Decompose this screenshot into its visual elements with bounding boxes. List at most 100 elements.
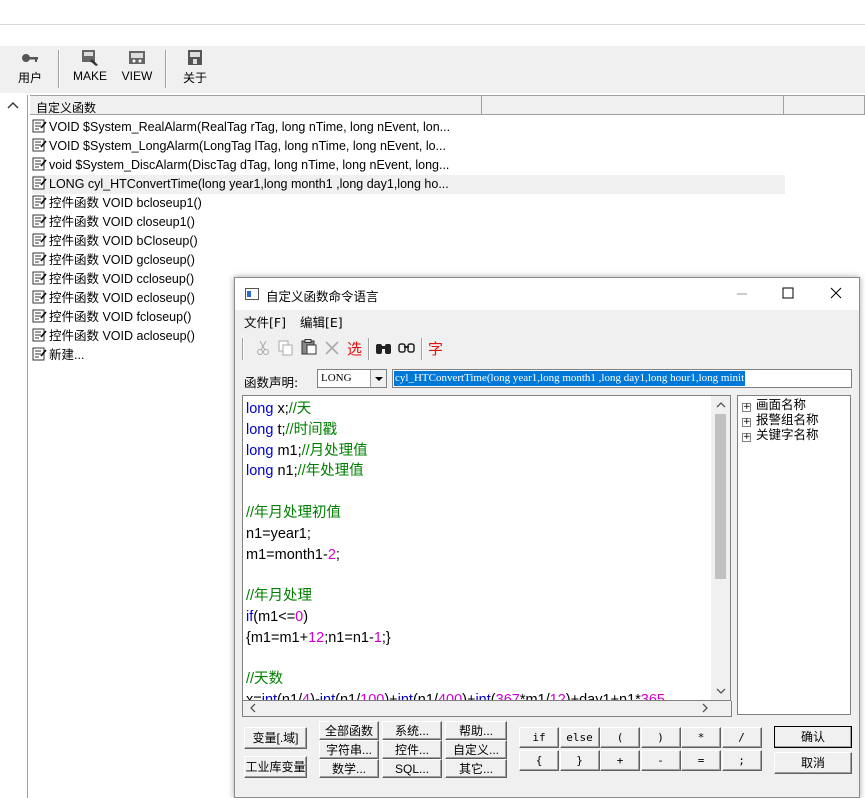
function-list-item[interactable]: VOID $System_LongAlarm(LongTag lTag, lon… [32, 137, 446, 156]
scroll-right-icon[interactable] [698, 701, 712, 715]
cut-icon[interactable] [256, 340, 270, 356]
code-token: ) [303, 608, 309, 625]
operator-button[interactable]: * [681, 727, 721, 748]
operator-button[interactable]: ( [600, 727, 640, 748]
function-list-item[interactable]: 控件函数 VOID closeup1() [32, 213, 195, 232]
function-declaration-input[interactable]: cyl_HTConvertTime(long year1,long month1… [392, 369, 852, 388]
function-list-item[interactable]: 控件函数 VOID fcloseup() [32, 308, 191, 327]
scroll-up-icon[interactable] [712, 398, 730, 412]
operator-button[interactable]: if [519, 727, 559, 748]
make-icon [82, 50, 98, 66]
function-list-item-label: 控件函数 VOID gcloseup() [49, 253, 195, 267]
scroll-thumb[interactable] [715, 414, 726, 579]
code-line: if(m1<=0) [243, 607, 711, 628]
other-button[interactable]: 其它... [445, 759, 507, 778]
help-button[interactable]: 帮助... [445, 721, 507, 740]
system-button[interactable]: 系统... [382, 721, 442, 740]
tree-node-screens[interactable]: + 画面名称 [738, 397, 850, 412]
code-line: long t;//时间戳 [243, 420, 711, 441]
code-token: {m1=m1+ [246, 629, 309, 646]
operator-button[interactable]: } [559, 750, 600, 771]
tree-node-alarm-groups[interactable]: + 报警组名称 [738, 412, 850, 427]
function-list-item[interactable]: 控件函数 VOID bCloseup() [32, 232, 198, 251]
close-icon[interactable] [830, 287, 842, 299]
code-token: x= [246, 692, 262, 701]
code-token: m1=month1- [246, 546, 328, 563]
replace-icon[interactable] [398, 341, 416, 355]
make-button[interactable]: MAKE [68, 49, 112, 91]
scroll-left-icon[interactable] [246, 701, 260, 715]
code-token: //年月处理 [246, 588, 313, 605]
minimize-icon[interactable] [736, 288, 748, 300]
menu-edit[interactable]: 编辑[E] [300, 315, 343, 330]
code-token: 365 [640, 692, 665, 701]
operator-button[interactable]: + [600, 750, 640, 771]
font-icon[interactable]: 字 [428, 338, 443, 359]
function-list-item[interactable]: void $System_DiscAlarm(DiscTag dTag, lon… [32, 156, 449, 175]
all-functions-button[interactable]: 全部函数 [319, 721, 379, 740]
function-list-item[interactable]: 控件函数 VOID bcloseup1() [32, 194, 202, 213]
var-field-button[interactable]: 变量[.域] [244, 727, 307, 749]
code-token: long [246, 421, 274, 438]
code-token: (n1/ [335, 692, 361, 701]
function-list-item[interactable]: 控件函数 VOID gcloseup() [32, 251, 195, 270]
select-icon[interactable]: 选 [347, 338, 362, 359]
function-list-item[interactable]: 控件函数 VOID ccloseup() [32, 270, 194, 289]
function-list-item-label: LONG cyl_HTConvertTime(long year1,long m… [49, 177, 449, 191]
code-token: //月处理值 [301, 442, 368, 459]
function-list-item[interactable]: 控件函数 VOID acloseup() [32, 327, 195, 346]
ok-button[interactable]: 确认 [774, 726, 852, 748]
function-list-item-label: VOID $System_RealAlarm(RealTag rTag, lon… [49, 120, 451, 134]
symbol-tree[interactable]: + 画面名称 + 报警组名称 + 关键字名称 [737, 395, 851, 715]
operator-button[interactable]: ) [640, 727, 681, 748]
chevron-up-icon[interactable] [6, 99, 20, 111]
scroll-down-icon[interactable] [712, 684, 730, 698]
math-button[interactable]: 数学... [319, 759, 379, 778]
left-tree-pane[interactable] [0, 95, 28, 798]
function-list-item[interactable]: 控件函数 VOID ecloseup() [32, 289, 195, 308]
maximize-icon[interactable] [782, 287, 794, 299]
menu-file[interactable]: 文件[F] [244, 315, 286, 330]
code-token: *m1/ [519, 692, 550, 701]
copy-icon[interactable] [278, 340, 294, 356]
operator-button[interactable]: { [519, 750, 559, 771]
dropdown-button[interactable] [370, 370, 386, 387]
custom-button[interactable]: 自定义... [445, 740, 507, 759]
make-label: MAKE [72, 69, 107, 83]
function-list-item[interactable]: 新建... [32, 346, 84, 365]
operator-button[interactable]: / [721, 727, 762, 748]
view-button[interactable]: VIEW [116, 49, 158, 91]
function-list-item[interactable]: LONG cyl_HTConvertTime(long year1,long m… [32, 175, 785, 194]
code-hscroll[interactable] [242, 701, 732, 717]
code-token: int [319, 692, 336, 701]
string-button[interactable]: 字符串... [319, 740, 379, 759]
operator-button[interactable]: = [681, 750, 721, 771]
about-button[interactable]: 关于 [178, 49, 212, 91]
industrial-var-button[interactable]: 工业库变量 [244, 756, 307, 778]
return-type-select[interactable]: LONG [317, 369, 387, 388]
tree-node-keywords[interactable]: + 关键字名称 [738, 427, 850, 442]
sql-button[interactable]: SQL... [382, 759, 442, 778]
operator-button[interactable]: - [640, 750, 681, 771]
code-vscroll[interactable] [711, 395, 731, 701]
cancel-button[interactable]: 取消 [774, 752, 852, 774]
list-header-col3[interactable] [784, 95, 865, 115]
control-button[interactable]: 控件... [382, 740, 442, 759]
function-list-item[interactable]: VOID $System_RealAlarm(RealTag rTag, lon… [32, 118, 450, 137]
script-file-icon [32, 252, 47, 266]
code-token: //年处理值 [297, 463, 364, 480]
find-icon[interactable] [375, 341, 393, 355]
operator-button[interactable]: else [559, 727, 600, 748]
code-token: ;n1=n1- [324, 629, 374, 646]
code-editor[interactable]: long x;//天 long t;//时间戳 long m1;//月处理值 long… [242, 395, 712, 701]
title-bar-area [0, 0, 865, 25]
delete-icon[interactable] [325, 341, 339, 355]
decl-label: 函数声明: [244, 375, 299, 390]
code-token: int [397, 692, 413, 701]
code-token: ; [335, 546, 340, 563]
paste-icon[interactable] [301, 339, 317, 355]
list-header-col2[interactable] [482, 95, 784, 115]
operator-button[interactable]: ; [721, 750, 762, 771]
user-button[interactable]: 用户 [14, 49, 46, 91]
list-header-custom-functions[interactable]: 自定义函数 [30, 95, 482, 115]
